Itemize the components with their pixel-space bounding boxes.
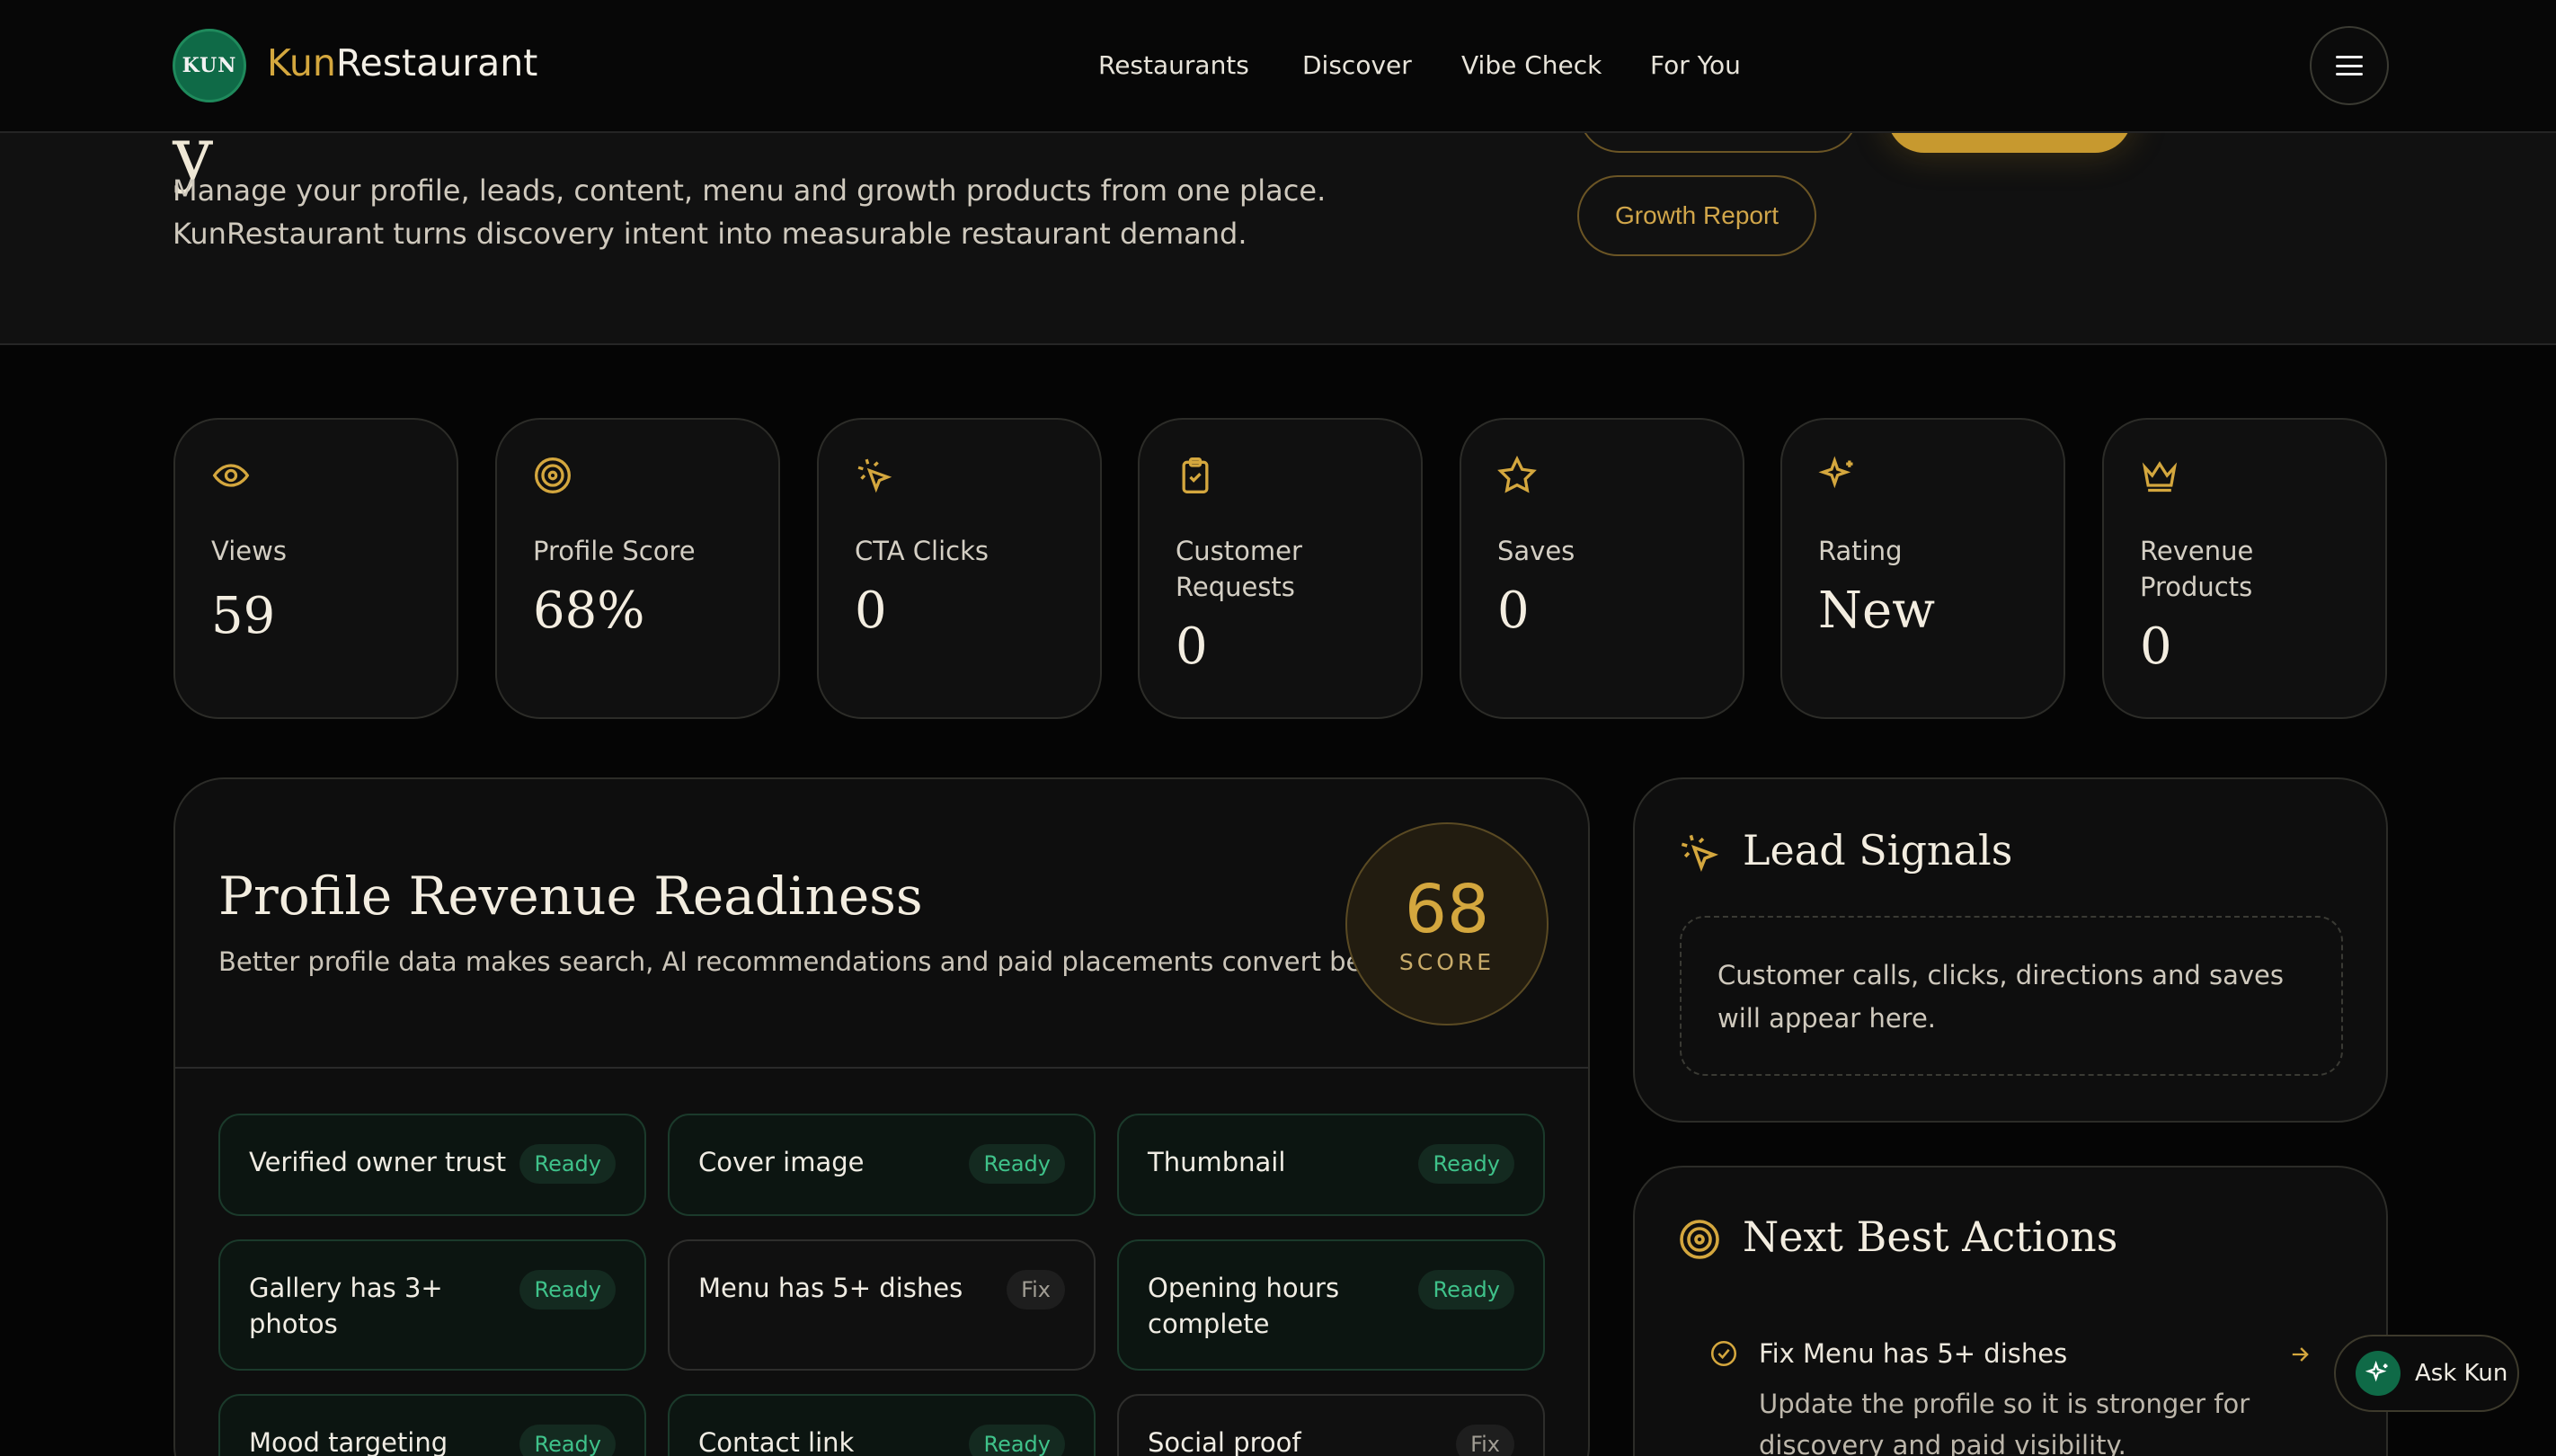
profile-readiness-panel: Profile Revenue Readiness Better profile…	[173, 777, 1590, 1456]
stat-value: 68%	[533, 582, 645, 640]
check-label: Contact link	[698, 1427, 855, 1456]
hamburger-icon	[2336, 56, 2363, 75]
stat-label: Customer Requests	[1176, 536, 1302, 602]
next-best-actions-title: Next Best Actions	[1743, 1212, 2118, 1261]
stat-value: 0	[1497, 582, 1530, 640]
check-label: Mood targeting	[249, 1427, 448, 1456]
growth-report-button[interactable]: Growth Report	[1577, 175, 1817, 256]
hero-description: Manage your profile, leads, content, men…	[173, 173, 1327, 251]
sparkles-icon	[1818, 456, 1853, 489]
check-menu-dishes[interactable]: Menu has 5+ dishes Fix	[668, 1239, 1096, 1371]
brand-name[interactable]: KunRestaurant	[267, 41, 537, 84]
target-icon	[1680, 1220, 1719, 1259]
status-badge: Ready	[969, 1144, 1065, 1184]
status-badge: Ready	[1418, 1144, 1514, 1184]
nav-discover[interactable]: Discover	[1302, 50, 1412, 80]
check-circle-icon	[1710, 1340, 1737, 1367]
brand-restaurant: Restaurant	[335, 41, 538, 84]
check-label: Opening hours complete	[1148, 1273, 1340, 1339]
stat-card-views: Views 59	[173, 418, 458, 719]
panel-divider	[175, 1067, 1588, 1069]
crown-icon	[2142, 461, 2178, 493]
clipboard-check-icon	[1182, 457, 1209, 493]
check-verified-owner[interactable]: Verified owner trust Ready	[218, 1114, 646, 1216]
star-icon	[1497, 456, 1537, 493]
status-badge: Ready	[969, 1425, 1065, 1456]
readiness-title: Profile Revenue Readiness	[218, 866, 923, 927]
ask-kun-avatar	[2356, 1351, 2401, 1396]
logo-badge[interactable]: KUN	[173, 29, 246, 102]
stat-card-saves: Saves 0	[1460, 418, 1744, 719]
stat-card-rating: Rating New	[1780, 418, 2065, 719]
stat-value: 0	[2140, 617, 2172, 676]
stat-card-profile-score: Profile Score 68%	[495, 418, 780, 719]
stat-label: Rating	[1818, 536, 1903, 566]
stat-value: 0	[855, 582, 887, 640]
check-label: Thumbnail	[1148, 1147, 1286, 1177]
ask-kun-label: Ask Kun	[2415, 1360, 2508, 1387]
hamburger-menu-button[interactable]	[2310, 26, 2389, 105]
action-item-title[interactable]: Fix Menu has 5+ dishes	[1759, 1338, 2067, 1369]
check-contact-link[interactable]: Contact link Ready	[668, 1394, 1096, 1456]
stat-label: Views	[211, 536, 287, 566]
status-badge: Ready	[519, 1144, 616, 1184]
check-opening-hours[interactable]: Opening hours complete Ready	[1117, 1239, 1545, 1371]
readiness-subtitle: Better profile data makes search, AI rec…	[218, 946, 1416, 977]
stat-label: Profile Score	[533, 536, 696, 566]
brand-kun: Kun	[267, 41, 336, 84]
status-badge: Fix	[1456, 1425, 1514, 1456]
nav-restaurants[interactable]: Restaurants	[1098, 50, 1249, 80]
check-mood-targeting[interactable]: Mood targeting Ready	[218, 1394, 646, 1456]
stat-card-revenue-products: Revenue Products 0	[2102, 418, 2387, 719]
check-label: Gallery has 3+ photos	[249, 1273, 443, 1339]
check-thumbnail[interactable]: Thumbnail Ready	[1117, 1114, 1545, 1216]
stat-value: 59	[211, 587, 276, 645]
arrow-right-icon[interactable]	[2287, 1342, 2312, 1367]
ask-kun-button[interactable]: Ask Kun	[2334, 1335, 2519, 1412]
check-social-proof[interactable]: Social proof Fix	[1117, 1394, 1545, 1456]
sparkles-icon	[2365, 1361, 2388, 1382]
check-label: Menu has 5+ dishes	[698, 1273, 963, 1303]
check-cover-image[interactable]: Cover image Ready	[668, 1114, 1096, 1216]
stat-label: CTA Clicks	[855, 536, 989, 566]
stat-card-cta-clicks: CTA Clicks 0	[817, 418, 1102, 719]
status-badge: Fix	[1007, 1270, 1065, 1310]
nav-for-you[interactable]: For You	[1650, 50, 1741, 80]
nav-vibe-check[interactable]: Vibe Check	[1461, 50, 1602, 80]
stat-value: New	[1818, 582, 1936, 640]
score-ring: 68 SCORE	[1345, 822, 1549, 1025]
eye-icon	[212, 464, 250, 487]
stat-label: Revenue Products	[2140, 536, 2254, 602]
score-label: SCORE	[1398, 948, 1495, 975]
check-label: Verified owner trust	[249, 1147, 507, 1177]
stat-label: Saves	[1497, 536, 1575, 566]
check-label: Cover image	[698, 1147, 865, 1177]
stat-card-customer-requests: Customer Requests 0	[1138, 418, 1423, 719]
lead-signals-panel: Lead Signals Customer calls, clicks, dir…	[1633, 777, 2388, 1123]
cursor-click-icon	[857, 458, 892, 493]
cursor-click-icon	[1681, 834, 1719, 873]
status-badge: Ready	[519, 1425, 616, 1456]
lead-signals-empty-state: Customer calls, clicks, directions and s…	[1680, 916, 2343, 1076]
stat-value: 0	[1176, 617, 1208, 676]
target-icon	[535, 457, 571, 493]
logo-text: KUN	[182, 54, 237, 77]
dashboard-hero: y Manage your profile, leads, content, m…	[0, 70, 2556, 345]
status-badge: Ready	[1418, 1270, 1514, 1310]
score-value: 68	[1404, 870, 1490, 948]
check-label: Social proof	[1148, 1427, 1301, 1456]
status-badge: Ready	[519, 1270, 616, 1310]
check-gallery-photos[interactable]: Gallery has 3+ photos Ready	[218, 1239, 646, 1371]
action-item-description: Update the profile so it is stronger for…	[1759, 1389, 2250, 1456]
lead-signals-title: Lead Signals	[1743, 826, 2013, 874]
top-navigation-bar: KUN KunRestaurant Restaurants Discover V…	[0, 0, 2556, 133]
next-best-actions-panel: Next Best Actions Fix Menu has 5+ dishes…	[1633, 1166, 2388, 1456]
